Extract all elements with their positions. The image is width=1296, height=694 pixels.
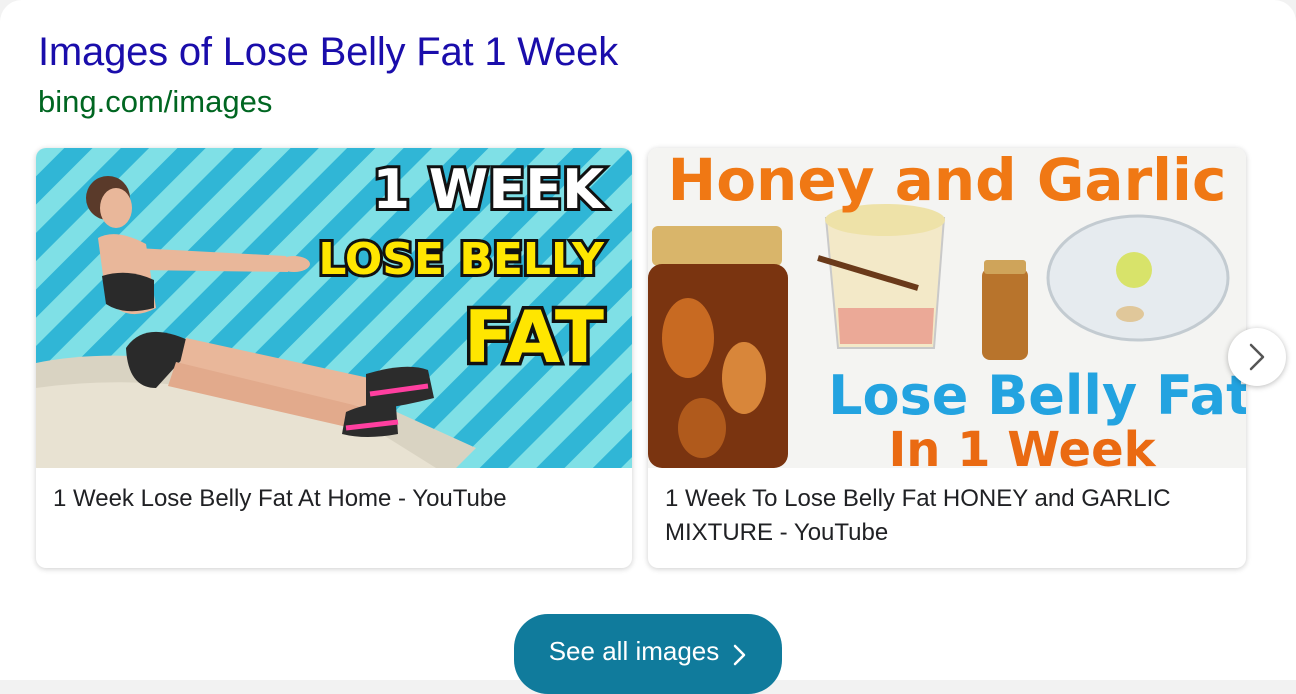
- svg-text:Honey and Garlic: Honey and Garlic: [668, 148, 1227, 214]
- svg-text:LOSE BELLY: LOSE BELLY: [318, 234, 605, 285]
- see-all-images-label: See all images: [548, 636, 720, 666]
- card-1-thumbnail-image: 1 WEEK LOSE BELLY FAT: [36, 148, 632, 468]
- image-card-2[interactable]: Honey and Garlic Lose Belly Fat In 1 Wee…: [648, 148, 1246, 568]
- card-2-thumbnail-image: Honey and Garlic Lose Belly Fat In 1 Wee…: [648, 148, 1246, 468]
- svg-text:Lose Belly Fat: Lose Belly Fat: [828, 364, 1246, 427]
- see-all-images-button[interactable]: See all images: [514, 614, 782, 694]
- svg-text:FAT: FAT: [464, 295, 604, 379]
- result-title-link[interactable]: Images of Lose Belly Fat 1 Week: [38, 30, 618, 75]
- card-1-thumbnail[interactable]: 1 WEEK LOSE BELLY FAT: [36, 148, 632, 468]
- card-2-caption[interactable]: 1 Week To Lose Belly Fat HONEY and GARLI…: [665, 482, 1229, 550]
- carousel-next-button[interactable]: [1228, 328, 1286, 386]
- result-source-url: bing.com/images: [38, 84, 273, 119]
- image-card-1[interactable]: 1 WEEK LOSE BELLY FAT 1 Week Lose Belly …: [36, 148, 632, 568]
- card-1-caption[interactable]: 1 Week Lose Belly Fat At Home - YouTube: [53, 482, 615, 516]
- chevron-right-icon: [733, 642, 747, 673]
- images-result-panel: Images of Lose Belly Fat 1 Week bing.com…: [0, 0, 1296, 694]
- chevron-right-icon: [1249, 343, 1265, 371]
- svg-text:In 1 Week: In 1 Week: [888, 422, 1156, 468]
- card-2-thumbnail[interactable]: Honey and Garlic Lose Belly Fat In 1 Wee…: [648, 148, 1246, 468]
- svg-text:1 WEEK: 1 WEEK: [372, 158, 606, 221]
